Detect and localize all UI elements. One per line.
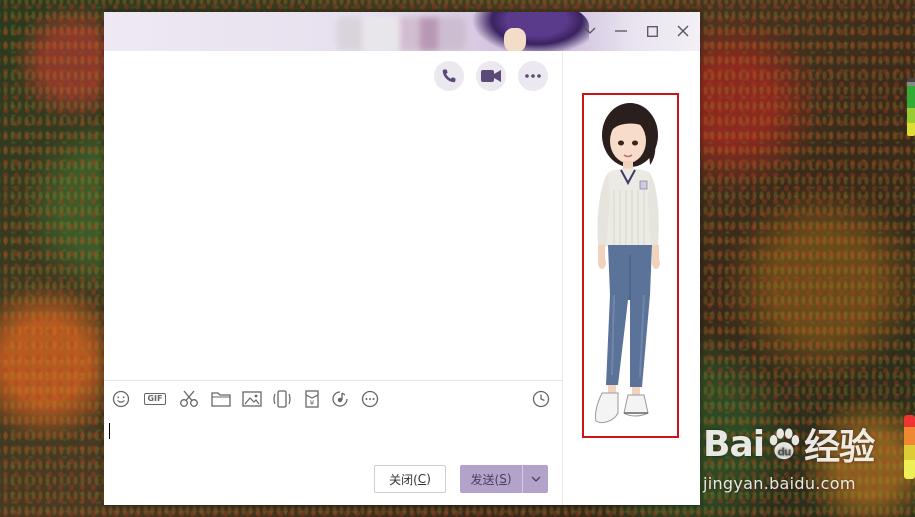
level-meter-top — [907, 78, 915, 136]
chat-window: GIF ¥ 关闭(C) 发送(S) — [104, 12, 700, 505]
close-chat-button[interactable]: 关闭(C) — [374, 465, 446, 493]
watermark-brand-right: 经验 — [804, 427, 875, 468]
level-meter-bottom — [904, 415, 915, 479]
input-toolbar: GIF ¥ — [104, 380, 562, 416]
video-call-button[interactable] — [476, 61, 506, 91]
minimize-icon — [615, 30, 627, 32]
more-tools-button[interactable] — [360, 389, 380, 409]
send-image-button[interactable] — [242, 389, 262, 409]
folder-icon — [211, 392, 231, 407]
window-shake-button[interactable] — [272, 389, 292, 409]
emoji-button[interactable] — [111, 389, 131, 409]
red-envelope-icon: ¥ — [305, 390, 319, 408]
gif-icon: GIF — [144, 393, 166, 405]
screenshot-button[interactable] — [179, 389, 199, 409]
close-button-label: 关闭( — [389, 472, 418, 487]
maximize-button[interactable] — [638, 18, 666, 44]
scissors-icon — [180, 390, 198, 407]
send-button[interactable]: 发送(S) — [460, 465, 522, 493]
watermark-logo: Bai du 经验 — [703, 418, 875, 470]
send-button-label: 发送( — [470, 472, 500, 487]
send-file-button[interactable] — [211, 389, 231, 409]
image-icon — [242, 391, 262, 407]
maximize-icon — [646, 25, 658, 37]
history-clock-icon — [532, 390, 550, 408]
message-input[interactable] — [104, 416, 562, 461]
shake-icon — [273, 390, 291, 408]
video-camera-icon — [481, 70, 501, 82]
watermark-brand-left: Bai — [703, 423, 765, 465]
music-button[interactable] — [330, 389, 350, 409]
watermark-url: jingyan.baidu.com — [703, 474, 856, 493]
close-window-button[interactable] — [669, 18, 697, 44]
more-icon — [361, 390, 379, 408]
close-button-hotkey: C — [417, 472, 427, 486]
chevron-down-icon — [531, 476, 540, 482]
more-actions-button[interactable] — [518, 61, 548, 91]
red-envelope-button[interactable]: ¥ — [302, 389, 322, 409]
gif-button[interactable]: GIF — [142, 389, 168, 409]
minimize-button[interactable] — [607, 18, 635, 44]
svg-text:du: du — [778, 446, 792, 458]
chevron-down-icon — [584, 27, 596, 34]
emoji-icon — [112, 390, 130, 408]
avatar-highlight-frame — [582, 93, 679, 438]
contact-name-blurred — [336, 17, 466, 51]
close-icon — [677, 25, 689, 37]
more-dots-icon — [525, 74, 541, 78]
text-caret — [109, 423, 110, 439]
send-options-button[interactable] — [522, 465, 548, 493]
voice-call-button[interactable] — [434, 61, 464, 91]
svg-text:¥: ¥ — [310, 399, 315, 407]
send-button-hotkey: S — [499, 472, 507, 486]
paw-icon: du — [769, 428, 800, 460]
side-panel — [562, 51, 700, 505]
message-history[interactable] — [104, 51, 562, 380]
phone-icon — [442, 69, 456, 83]
title-illustration-face — [504, 28, 526, 51]
send-button-suffix: ) — [506, 472, 512, 486]
close-button-suffix: ) — [426, 472, 431, 486]
baidu-jingyan-watermark: Bai du 经验 jingyan.baidu.com — [703, 418, 903, 498]
title-bar[interactable] — [104, 12, 700, 51]
window-menu-button[interactable] — [576, 18, 604, 44]
avatar-figure[interactable] — [584, 95, 677, 436]
message-history-button[interactable] — [531, 389, 551, 409]
music-icon — [332, 391, 348, 407]
